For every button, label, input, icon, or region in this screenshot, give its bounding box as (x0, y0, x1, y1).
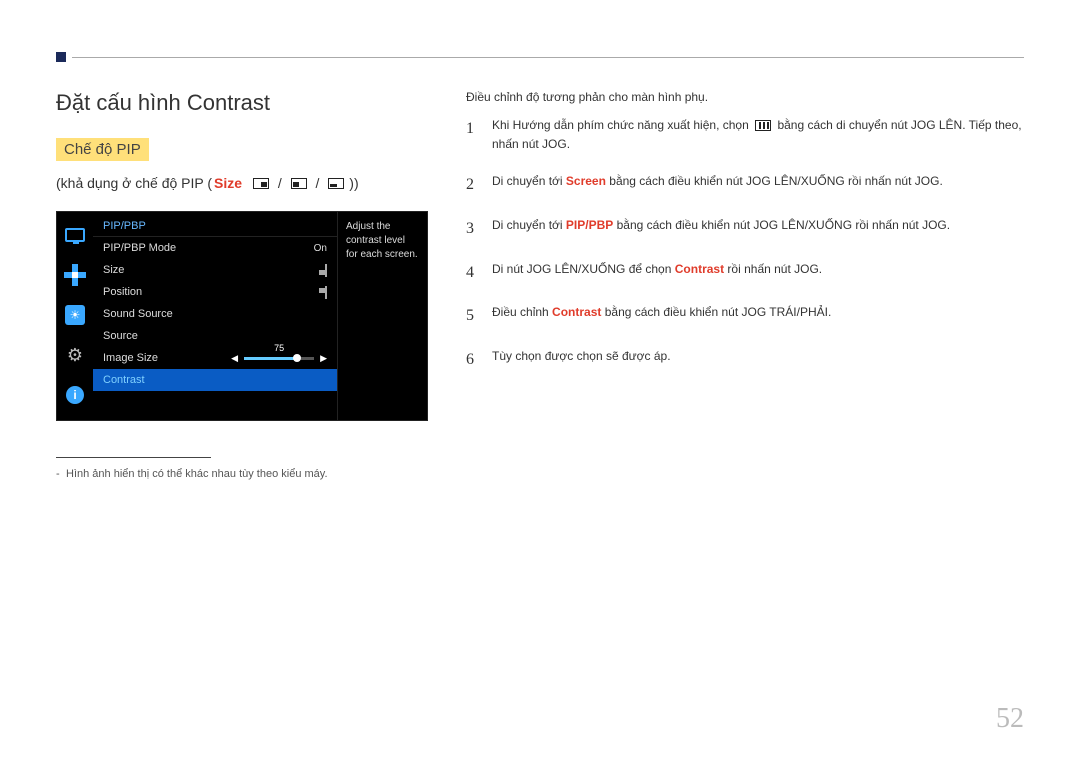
row-value (325, 287, 327, 298)
info-icon: i (64, 384, 86, 406)
step-text-part: bằng cách điều khiển nút JOG LÊN/XUỐNG r… (606, 174, 943, 188)
slash: / (274, 175, 286, 191)
row-label: Image Size (103, 352, 231, 364)
row-label: Contrast (103, 374, 327, 386)
osd-row-imagesize: Image Size ◀ 75 ▶ (93, 347, 337, 369)
row-label: PIP/PBP Mode (103, 242, 314, 254)
pip-size-small-icon (253, 178, 269, 189)
step-text-part: Di chuyển tới (492, 218, 566, 232)
top-divider (72, 57, 1024, 58)
dpad-icon (64, 264, 86, 286)
osd-help-text: Adjust the contrast level for each scree… (337, 212, 427, 420)
step-text: Di chuyển tới PIP/PBP bằng cách điều khi… (492, 216, 1024, 242)
intro-text: Điều chỉnh độ tương phản cho màn hình ph… (466, 90, 1024, 104)
step-3: 3 Di chuyển tới PIP/PBP bằng cách điều k… (466, 216, 1024, 242)
step-2: 2 Di chuyển tới Screen bằng cách điều kh… (466, 172, 1024, 198)
osd-title: PIP/PBP (93, 212, 337, 237)
step-text-part: bằng cách điều khiển nút JOG TRÁI/PHẢI. (601, 305, 831, 319)
menu-icon (755, 120, 771, 131)
osd-row-size: Size (93, 259, 337, 281)
step-text-part: Di chuyển tới (492, 174, 566, 188)
osd-main: PIP/PBP PIP/PBP Mode On Size Position (93, 212, 337, 420)
slider-right-arrow-icon: ▶ (320, 353, 327, 364)
step-1: 1 Khi Hướng dẫn phím chức năng xuất hiện… (466, 116, 1024, 154)
picture-icon (64, 304, 86, 326)
row-value: On (314, 243, 327, 254)
left-column: Đặt cấu hình Contrast Chế độ PIP (khả dụ… (56, 90, 436, 480)
row-value (325, 265, 327, 276)
row-label: Size (103, 264, 325, 276)
step-number: 3 (466, 216, 480, 242)
slider-left-arrow-icon: ◀ (231, 353, 238, 364)
highlight: Contrast (552, 305, 601, 319)
step-number: 6 (466, 347, 480, 373)
step-text: Di nút JOG LÊN/XUỐNG để chọn Contrast rồ… (492, 260, 1024, 286)
step-text-part: Khi Hướng dẫn phím chức năng xuất hiện, … (492, 118, 752, 132)
osd-row-source: Source (93, 325, 337, 347)
row-label: Sound Source (103, 308, 327, 320)
imagesize-slider: ◀ 75 ▶ (231, 353, 327, 364)
highlight: Screen (566, 174, 606, 188)
step-text: Di chuyển tới Screen bằng cách điều khiể… (492, 172, 1024, 198)
steps-list: 1 Khi Hướng dẫn phím chức năng xuất hiện… (466, 116, 1024, 372)
position-icon (325, 286, 327, 299)
highlight: PIP/PBP (566, 218, 613, 232)
slash: / (312, 175, 324, 191)
step-text: Khi Hướng dẫn phím chức năng xuất hiện, … (492, 116, 1024, 154)
osd-screenshot: ⚙ i PIP/PBP PIP/PBP Mode On Size Positio… (56, 211, 428, 421)
footnote-divider (56, 457, 211, 458)
step-text-part: Điều chỉnh (492, 305, 552, 319)
page-content: Đặt cấu hình Contrast Chế độ PIP (khả dụ… (0, 0, 1080, 510)
subline-prefix: (khả dụng ở chế độ PIP ( (56, 175, 212, 191)
step-number: 4 (466, 260, 480, 286)
monitor-icon (64, 224, 86, 246)
step-text: Điều chỉnh Contrast bằng cách điều khiển… (492, 303, 1024, 329)
step-text-part: rồi nhấn nút JOG. (724, 262, 822, 276)
page-number: 52 (996, 703, 1024, 735)
size-icon (325, 264, 327, 277)
availability-subline: (khả dụng ở chế độ PIP ( Size / / )) (56, 175, 436, 191)
step-5: 5 Điều chỉnh Contrast bằng cách điều khi… (466, 303, 1024, 329)
footnote: Hình ảnh hiển thị có thể khác nhau tùy t… (56, 468, 436, 480)
step-number: 1 (466, 116, 480, 154)
step-text-part: Di nút JOG LÊN/XUỐNG để chọn (492, 262, 675, 276)
step-6: 6 Tùy chọn được chọn sẽ được áp. (466, 347, 1024, 373)
right-column: Điều chỉnh độ tương phản cho màn hình ph… (466, 90, 1024, 480)
step-4: 4 Di nút JOG LÊN/XUỐNG để chọn Contrast … (466, 260, 1024, 286)
step-text: Tùy chọn được chọn sẽ được áp. (492, 347, 1024, 373)
step-number: 2 (466, 172, 480, 198)
subline-suffix: )) (349, 175, 358, 191)
mode-badge: Chế độ PIP (56, 138, 149, 161)
pip-size-large-icon (328, 178, 344, 189)
page-title: Đặt cấu hình Contrast (56, 90, 436, 116)
osd-row-mode: PIP/PBP Mode On (93, 237, 337, 259)
step-number: 5 (466, 303, 480, 329)
step-text-part: bằng cách điều khiển nút JOG LÊN/XUỐNG r… (613, 218, 950, 232)
row-label: Source (103, 330, 327, 342)
osd-sidebar: ⚙ i (57, 212, 93, 420)
osd-row-sound: Sound Source (93, 303, 337, 325)
size-label: Size (214, 175, 242, 191)
slider-value: 75 (274, 343, 284, 353)
osd-row-contrast: Contrast (93, 369, 337, 391)
osd-rows: PIP/PBP Mode On Size Position Sound Sour… (93, 237, 337, 391)
gear-icon: ⚙ (64, 344, 86, 366)
highlight: Contrast (675, 262, 724, 276)
pip-size-med-icon (291, 178, 307, 189)
row-label: Position (103, 286, 325, 298)
osd-row-position: Position (93, 281, 337, 303)
corner-decoration (56, 52, 66, 62)
